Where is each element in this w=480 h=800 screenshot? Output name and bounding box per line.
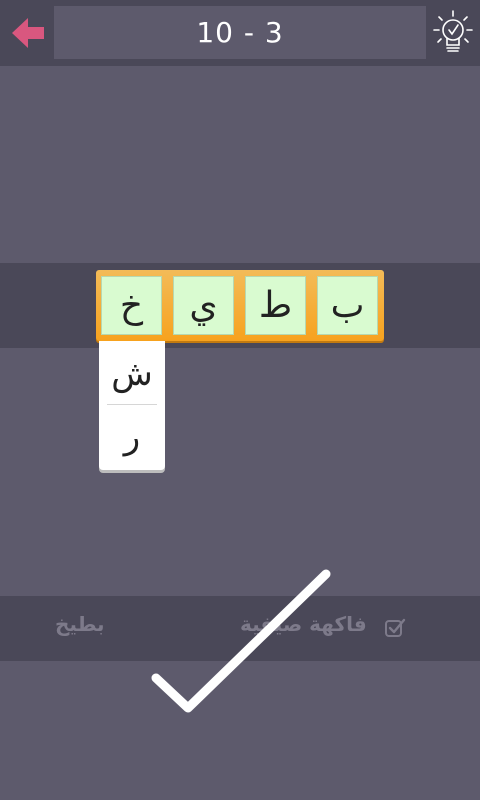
level-title: 10 - 3 bbox=[54, 6, 426, 59]
letter-tile[interactable]: ي bbox=[173, 276, 234, 335]
dropdown-option[interactable]: ش bbox=[99, 343, 165, 405]
letter-dropdown: ش ر bbox=[99, 341, 165, 470]
category-check-icon bbox=[384, 617, 406, 639]
lightbulb-check-icon bbox=[433, 10, 473, 52]
back-button[interactable] bbox=[8, 14, 48, 52]
answer-word: بطيخ bbox=[55, 612, 105, 636]
arrow-left-icon bbox=[12, 18, 44, 48]
hint-button[interactable] bbox=[430, 8, 476, 60]
letter-tile[interactable]: ط bbox=[245, 276, 306, 335]
dropdown-option[interactable]: ر bbox=[99, 406, 165, 468]
dropdown-divider bbox=[107, 404, 157, 405]
checkmark-icon bbox=[150, 568, 332, 714]
letter-tile-selected[interactable]: خ bbox=[101, 276, 162, 335]
letter-tile[interactable]: ب bbox=[317, 276, 378, 335]
